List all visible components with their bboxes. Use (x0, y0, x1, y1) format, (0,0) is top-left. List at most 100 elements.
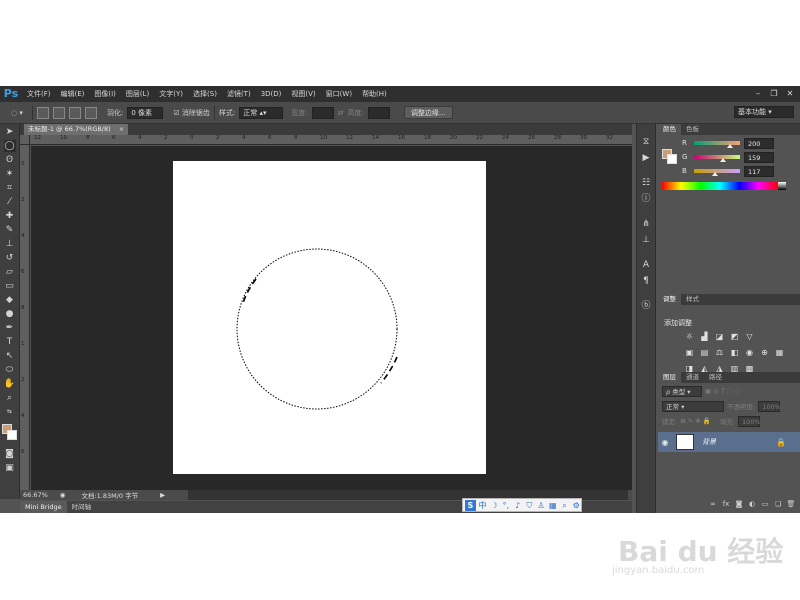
menu-filter[interactable]: 滤镜(T) (222, 86, 256, 102)
type-tool-icon[interactable]: T (4, 336, 16, 348)
settings-icon[interactable]: ⚙ (571, 500, 581, 511)
default-colors-icon[interactable]: ⇆ (4, 406, 16, 418)
brush-tool-icon[interactable]: ✎ (4, 224, 16, 236)
search-icon[interactable]: ⌕ (560, 500, 570, 511)
quick-mask-icon[interactable]: ◙ (4, 448, 16, 460)
document-tab[interactable]: 未标题-1 @ 66.7%(RGB/8) × (24, 124, 129, 135)
gradient-map-icon[interactable]: ▽ (744, 331, 755, 342)
menu-image[interactable]: 图像(I) (89, 86, 121, 102)
menu-type[interactable]: 文字(Y) (154, 86, 188, 102)
layer-kind-select[interactable]: ρ 类型 ▾ (662, 385, 702, 397)
layer-row-background[interactable]: ◉ 背景 🔒 (658, 432, 800, 452)
background-color-swatch[interactable] (6, 430, 17, 440)
vibrance-icon[interactable]: ▣ (684, 347, 695, 358)
tab-adjustments[interactable]: 调整 (658, 294, 681, 305)
blue-value-input[interactable]: 117 (744, 165, 774, 177)
lock-icons[interactable]: ⊠ ✎ ✥ 🔒 (680, 417, 711, 425)
ruler-origin[interactable] (20, 135, 30, 145)
link-layers-icon[interactable]: ∞ (708, 499, 718, 509)
new-layer-icon[interactable]: ❏ (773, 499, 783, 509)
style-select[interactable]: 正常 ▴▾ (239, 106, 284, 119)
layer-style-icon[interactable]: fx (721, 499, 731, 509)
filter-icons[interactable]: ▣ ◎ T ⬚ ◌ (705, 387, 741, 395)
half-width-icon[interactable]: ☽ (489, 500, 499, 511)
red-slider-knob[interactable] (727, 144, 733, 148)
brightness-icon[interactable]: ☼ (684, 331, 695, 342)
tab-styles[interactable]: 样式 (681, 294, 704, 305)
skin-icon[interactable]: ⛉ (524, 500, 534, 511)
info-icon[interactable]: ⓘ (640, 193, 653, 206)
subtract-selection-icon[interactable] (69, 106, 81, 119)
color-swatches[interactable] (1, 424, 18, 440)
width-input[interactable] (311, 106, 334, 119)
menu-3d[interactable]: 3D(D) (256, 86, 287, 102)
delete-layer-icon[interactable]: 🗑 (786, 499, 796, 509)
horizontal-ruler[interactable]: 12 10 8 6 4 2 0 2 4 6 8 10 12 14 16 18 20 22 24 26 28 30 32 (30, 135, 632, 145)
new-selection-icon[interactable] (37, 106, 49, 119)
zoom-level[interactable]: 66.67% (23, 491, 48, 499)
levels-icon[interactable]: ▟ (699, 331, 710, 342)
history-icon[interactable]: ⧖ (640, 136, 653, 149)
channel-mixer-icon[interactable]: ⊕ (759, 347, 770, 358)
visibility-eye-icon[interactable]: ◉ (658, 438, 672, 447)
character-icon[interactable]: A (640, 259, 653, 272)
tab-timeline[interactable]: 时间轴 (67, 501, 97, 513)
close-icon[interactable]: ✕ (784, 88, 796, 99)
punctuation-icon[interactable]: °, (501, 500, 511, 511)
brush-presets-icon[interactable]: ⋔ (640, 218, 653, 231)
elliptical-marquee-tool-icon[interactable]: ◯ (3, 140, 16, 152)
restore-icon[interactable]: ❐ (768, 88, 780, 99)
green-slider[interactable] (694, 155, 740, 162)
zoom-tool-icon[interactable]: ⌕ (4, 392, 16, 404)
status-menu-icon[interactable]: ▶ (160, 491, 165, 499)
red-slider[interactable] (694, 141, 740, 148)
green-slider-knob[interactable] (720, 158, 726, 162)
color-panel-background-swatch[interactable] (667, 154, 677, 164)
paragraph-icon[interactable]: ¶ (640, 275, 653, 288)
screen-mode-icon[interactable]: ▣ (4, 462, 16, 474)
menu-edit[interactable]: 编辑(E) (56, 86, 90, 102)
green-value-input[interactable]: 159 (744, 151, 774, 163)
fill-input[interactable]: 100% (738, 415, 761, 427)
menu-select[interactable]: 选择(S) (188, 86, 222, 102)
curves-icon[interactable]: ◪ (714, 331, 725, 342)
add-mask-icon[interactable]: ◙ (734, 499, 744, 509)
lasso-tool-icon[interactable]: ʘ (4, 154, 16, 166)
swap-icon[interactable]: ⇄ (338, 109, 344, 117)
gradient-tool-icon[interactable]: ▭ (4, 280, 16, 292)
refine-edge-button[interactable]: 调整边缘... (403, 106, 453, 119)
pen-tool-icon[interactable]: ✒ (4, 322, 16, 334)
hand-tool-icon[interactable]: ✋ (4, 378, 16, 390)
add-selection-icon[interactable] (53, 106, 65, 119)
move-tool-icon[interactable]: ➤ (4, 126, 16, 138)
healing-brush-tool-icon[interactable]: ✚ (4, 210, 16, 222)
eraser-tool-icon[interactable]: ▱ (4, 266, 16, 278)
red-value-input[interactable]: 200 (744, 137, 774, 149)
minimize-icon[interactable]: – (752, 88, 764, 99)
tab-color[interactable]: 颜色 (658, 124, 681, 135)
new-group-icon[interactable]: ▭ (760, 499, 770, 509)
behance-icon[interactable]: ⓑ (640, 300, 653, 313)
color-lookup-icon[interactable]: ▦ (774, 347, 785, 358)
new-adjustment-icon[interactable]: ◐ (747, 499, 757, 509)
tab-mini-bridge[interactable]: Mini Bridge (20, 501, 67, 513)
intersect-selection-icon[interactable] (85, 106, 97, 119)
shape-tool-icon[interactable]: ⬭ (4, 364, 16, 376)
quick-selection-tool-icon[interactable]: ✶ (4, 168, 16, 180)
tab-swatches[interactable]: 色板 (681, 124, 704, 135)
close-tab-icon[interactable]: × (119, 125, 124, 133)
opacity-input[interactable]: 100% (758, 400, 781, 412)
blend-mode-select[interactable]: 正常 ▾ (662, 400, 724, 412)
antialias-checkbox[interactable]: ☑ 消除锯齿 (173, 108, 210, 118)
clone-stamp-tool-icon[interactable]: ⊥ (4, 238, 16, 250)
ime-logo-icon[interactable]: S (465, 499, 476, 511)
document-canvas[interactable] (173, 161, 486, 474)
exposure-icon[interactable]: ◩ (729, 331, 740, 342)
menu-file[interactable]: 文件(F) (22, 86, 56, 102)
menu-help[interactable]: 帮助(H) (357, 86, 392, 102)
chinese-mode-icon[interactable]: 中 (478, 500, 488, 511)
height-input[interactable] (367, 106, 390, 119)
color-spectrum[interactable] (662, 182, 778, 190)
feather-input[interactable]: 0 像素 (127, 106, 164, 119)
blue-slider-knob[interactable] (712, 172, 718, 176)
